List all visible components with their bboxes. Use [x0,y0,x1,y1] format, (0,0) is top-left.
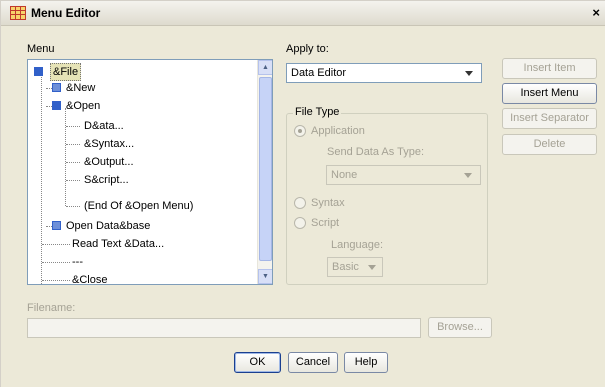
tree-item[interactable]: Read Text &Data... [72,236,164,252]
tree-item-label: --- [72,256,83,268]
tree-item-label: Read Text &Data... [72,238,165,250]
tree-item-label: &Open [66,100,101,112]
tree-item-label: &Output... [84,156,134,168]
app-grid-icon [10,6,26,20]
tree-item[interactable]: S&cript... [84,172,129,188]
collapse-icon[interactable] [34,67,43,76]
scroll-thumb[interactable] [259,77,272,261]
syntax-radio[interactable] [294,197,306,209]
tree-connector [66,206,80,207]
tree-item[interactable]: &Output... [84,154,134,170]
script-radio[interactable] [294,217,306,229]
tree-item-label: D&ata... [84,120,124,132]
expand-icon[interactable] [52,221,61,230]
apply-to-select[interactable]: Data Editor [286,63,482,83]
expand-icon[interactable] [52,83,61,92]
menu-tree[interactable]: &File &New &Open D&ata... &Syntax... &Ou… [27,59,273,285]
window-title: Menu Editor [31,6,101,20]
filename-field[interactable] [27,318,421,338]
scroll-down-icon[interactable]: ▼ [258,269,272,284]
tree-scrollbar[interactable]: ▲ ▼ [257,60,272,284]
insert-separator-button[interactable]: Insert Separator [502,108,597,129]
file-type-title: File Type [293,106,342,118]
insert-item-button[interactable]: Insert Item [502,58,597,79]
tree-connector [42,244,70,245]
chevron-down-icon [368,265,376,270]
language-select[interactable]: Basic [327,257,383,277]
cancel-button[interactable]: Cancel [288,352,338,373]
delete-button[interactable]: Delete [502,134,597,155]
apply-to-label: Apply to: [286,43,329,55]
apply-to-value: Data Editor [291,67,347,79]
language-value: Basic [332,261,359,273]
tree-connector [42,262,70,263]
language-label: Language: [331,239,383,251]
send-data-select[interactable]: None [326,165,481,185]
ok-button[interactable]: OK [234,352,281,373]
tree-item[interactable]: &Syntax... [84,136,134,152]
menu-editor-dialog: Menu Editor × Menu &File &New &Open D&at… [0,0,605,387]
tree-item[interactable]: --- [72,254,83,270]
tree-connector [66,162,80,163]
send-data-value: None [331,169,358,181]
tree-item-label: S&cript... [84,174,129,186]
tree-connector [65,108,66,206]
tree-item-label: &New [66,82,96,94]
script-label: Script [311,217,340,229]
application-label: Application [311,125,365,137]
tree-connector [41,72,42,284]
tree-item[interactable]: (End Of &Open Menu) [84,198,193,214]
close-icon[interactable]: × [592,5,600,20]
tree-item-label: &File [50,63,82,81]
insert-menu-button[interactable]: Insert Menu [502,83,597,104]
collapse-icon[interactable] [52,101,61,110]
browse-button[interactable]: Browse... [428,317,492,338]
tree-item[interactable]: &Close [72,272,108,285]
menu-label: Menu [27,43,55,55]
tree-connector [66,144,80,145]
scroll-up-icon[interactable]: ▲ [258,60,272,75]
help-button[interactable]: Help [344,352,388,373]
tree-item-label: &Close [72,274,108,285]
syntax-label: Syntax [311,197,345,209]
title-bar: Menu Editor × [1,1,605,26]
send-data-label: Send Data As Type: [327,146,425,158]
tree-connector [66,180,80,181]
tree-item-label: &Syntax... [84,138,135,150]
filename-label: Filename: [27,302,76,314]
tree-connector [66,126,80,127]
chevron-down-icon [465,71,473,76]
tree-item-label: (End Of &Open Menu) [84,200,194,212]
application-radio[interactable] [294,125,306,137]
tree-item-label: Open Data&base [66,220,151,232]
tree-connector [42,280,70,281]
tree-item[interactable]: D&ata... [84,118,124,134]
chevron-down-icon [464,173,472,178]
